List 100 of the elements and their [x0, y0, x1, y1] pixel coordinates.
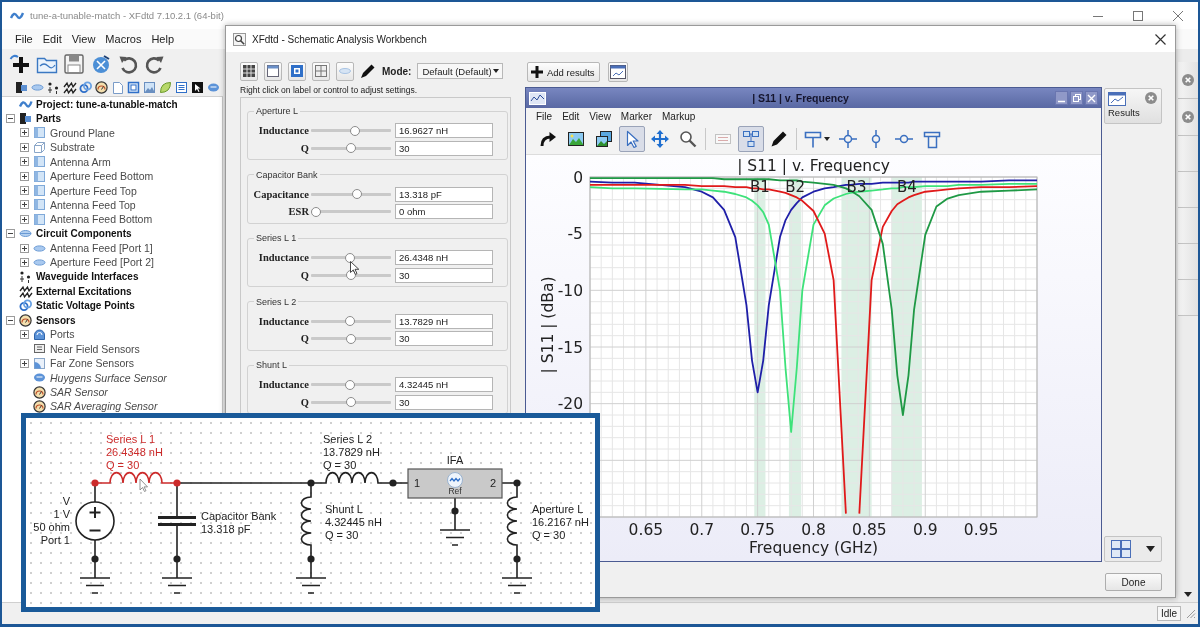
dots-icon[interactable] [47, 81, 60, 94]
slider-thumb[interactable] [345, 316, 356, 327]
tree-item[interactable]: Aperture Feed [Port 2] [50, 256, 154, 269]
rings-icon[interactable] [79, 81, 92, 94]
tree-item[interactable]: Parts [36, 113, 61, 125]
menu-item[interactable]: View [584, 110, 616, 122]
minimize-button[interactable] [1055, 91, 1068, 105]
x-circle-icon[interactable] [90, 53, 112, 75]
done-button[interactable]: Done [1105, 573, 1162, 591]
value-field[interactable]: 4.32445 nH [395, 377, 493, 393]
slider-track[interactable] [311, 337, 391, 341]
value-field[interactable]: 13.7829 nH [395, 313, 493, 329]
value-field[interactable]: 0 ohm [395, 204, 493, 220]
tree-expander[interactable] [20, 128, 29, 138]
tree-item[interactable]: External Excitations [36, 285, 132, 297]
tree-expander[interactable] [20, 214, 29, 224]
cursor-box-icon[interactable] [191, 81, 204, 94]
tree-item[interactable]: Antenna Feed [Port 1] [50, 242, 153, 255]
tree-expander[interactable] [6, 315, 15, 325]
toolbar-button[interactable] [288, 61, 306, 81]
tree-item[interactable]: Ground Plane [50, 126, 115, 139]
slider-track[interactable] [311, 256, 391, 260]
slider-track[interactable] [311, 146, 391, 150]
restore-button[interactable] [1070, 91, 1083, 105]
leaf-icon[interactable] [159, 81, 172, 94]
close-icon[interactable] [1182, 111, 1194, 123]
menu-item[interactable]: Help [146, 33, 180, 45]
tree-expander[interactable] [6, 114, 15, 124]
value-field[interactable]: 30 [395, 267, 493, 283]
close-icon[interactable] [1145, 92, 1157, 104]
value-field[interactable]: 13.318 pF [395, 186, 493, 202]
slider-track[interactable] [311, 192, 391, 196]
value-field[interactable]: 30 [395, 140, 493, 156]
menu-item[interactable]: View [66, 33, 101, 45]
tree-item[interactable]: Project: tune-a-tunable-match [36, 98, 178, 110]
value-field[interactable]: 30 [395, 394, 493, 410]
value-field[interactable]: 26.4348 nH [395, 250, 493, 266]
slider-thumb[interactable] [345, 252, 356, 263]
list-icon[interactable] [175, 81, 188, 94]
slider-track[interactable] [311, 400, 391, 404]
slider-thumb[interactable] [349, 125, 360, 136]
tree-expander[interactable] [20, 258, 29, 267]
toolbar-button[interactable] [607, 62, 628, 82]
tree-item[interactable]: Ports [50, 328, 75, 341]
mode-dropdown[interactable]: Default (Default) [417, 63, 504, 79]
add-results-button[interactable]: Add results [527, 62, 600, 82]
layout-button[interactable] [1104, 536, 1162, 562]
value-field[interactable]: 30 [395, 331, 493, 347]
tree-item[interactable]: Near Field Sensors [50, 342, 140, 355]
results-tab[interactable]: Results [1104, 88, 1162, 124]
menu-item[interactable]: Marker [615, 110, 657, 122]
tree-item[interactable]: Aperture Feed Top [50, 184, 137, 197]
tree-item[interactable]: Waveguide Interfaces [36, 271, 139, 283]
tree-expander[interactable] [6, 229, 15, 239]
tree-item[interactable]: Static Voltage Points [36, 300, 135, 312]
tree-item[interactable]: Circuit Components [36, 228, 132, 240]
dock-tab[interactable] [1178, 62, 1198, 99]
zigzag-icon[interactable] [63, 81, 76, 94]
slider-track[interactable] [311, 383, 391, 387]
slider-thumb[interactable] [345, 379, 356, 390]
close-icon[interactable] [1182, 74, 1194, 86]
tree-expander[interactable] [20, 243, 29, 253]
tree-expander[interactable] [20, 142, 29, 152]
tree-expander[interactable] [20, 200, 29, 210]
menu-item[interactable]: Edit [37, 33, 67, 45]
menu-item[interactable]: Macros [100, 33, 147, 45]
toolbar-button[interactable] [240, 61, 258, 81]
slider-thumb[interactable] [351, 189, 362, 200]
slider-thumb[interactable] [311, 206, 321, 217]
pen-icon[interactable] [360, 63, 376, 79]
slider-thumb[interactable] [346, 143, 356, 154]
menu-item[interactable]: File [531, 110, 558, 122]
tree-expander[interactable] [20, 329, 29, 339]
slider-track[interactable] [311, 210, 391, 214]
tree-item[interactable]: Antenna Arm [50, 155, 111, 168]
slider-thumb[interactable] [346, 333, 356, 344]
slider-thumb[interactable] [346, 397, 356, 408]
tree-item[interactable]: Sensors [36, 314, 76, 326]
picture-icon[interactable] [143, 81, 156, 94]
gauge-icon[interactable] [95, 81, 108, 94]
blocks-icon[interactable] [15, 81, 28, 94]
tree-item[interactable]: Antenna Feed Bottom [50, 213, 153, 226]
menu-item[interactable]: Markup [657, 110, 701, 122]
menu-item[interactable]: Edit [557, 110, 585, 122]
tree-expander[interactable] [20, 171, 29, 181]
floppy-icon[interactable] [63, 53, 85, 75]
tree-item[interactable]: Far Zone Sensors [50, 357, 135, 370]
tree-item[interactable]: Substrate [50, 141, 95, 154]
dock-tab[interactable] [1178, 99, 1198, 136]
toolbar-button[interactable] [312, 61, 330, 81]
tree-expander[interactable] [20, 358, 29, 368]
slider-track[interactable] [311, 319, 391, 323]
toolbar-button[interactable] [264, 61, 282, 81]
tree-item[interactable]: Antenna Feed Top [50, 198, 136, 211]
slider-track[interactable] [311, 129, 391, 133]
tree-item[interactable]: Aperture Feed Bottom [50, 170, 154, 183]
menu-item[interactable]: File [10, 33, 38, 45]
plus-icon[interactable] [9, 53, 31, 75]
tree-expander[interactable] [20, 157, 29, 167]
value-field[interactable]: 16.9627 nH [395, 123, 493, 139]
